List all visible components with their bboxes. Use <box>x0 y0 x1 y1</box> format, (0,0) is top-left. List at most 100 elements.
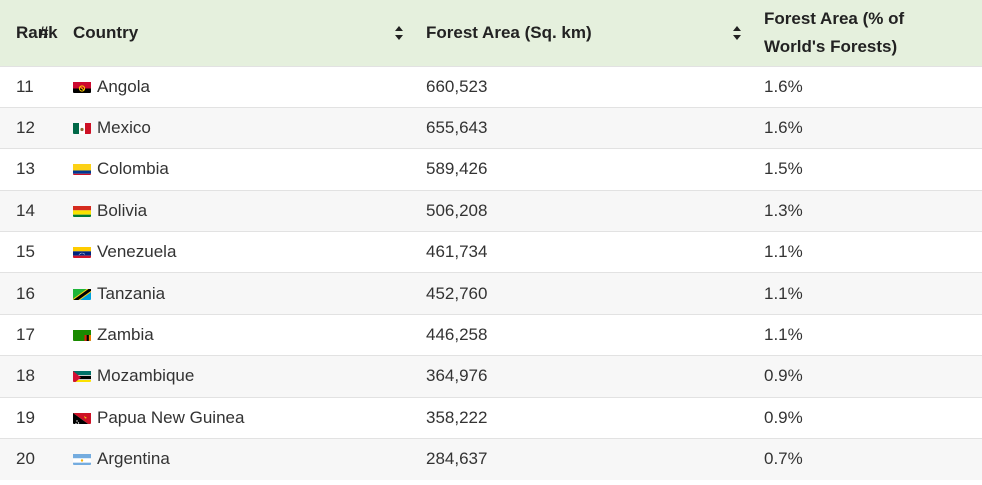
venezuela-flag-icon <box>73 245 91 259</box>
country-name[interactable]: Colombia <box>97 159 169 178</box>
table-header: Rank # Country Forest Area (Sq. km) Fore… <box>0 0 982 66</box>
area-value: 446,258 <box>426 325 488 345</box>
rank-cell: 14 <box>0 190 57 231</box>
country-cell: Argentina <box>57 439 410 480</box>
header-row: Rank # Country Forest Area (Sq. km) Fore… <box>0 0 982 66</box>
country-cell: Papua New Guinea <box>57 397 410 438</box>
area-cell: 655,643 <box>410 107 748 148</box>
rank-cell: 20 <box>0 439 57 480</box>
area-value: 452,760 <box>426 283 488 303</box>
table-row: 16 Tanzania 452,760 1.1% <box>0 272 982 315</box>
percent-header-line1: Forest Area (% of <box>764 8 905 28</box>
country-cell: Venezuela <box>57 232 410 273</box>
percent-cell: 1.6% <box>748 66 982 107</box>
rank-hash-symbol: # <box>39 22 49 42</box>
rank-value: 17 <box>16 325 35 345</box>
country-cell: Zambia <box>57 314 410 355</box>
area-cell: 660,523 <box>410 66 748 107</box>
area-value: 358,222 <box>426 407 488 427</box>
country-name[interactable]: Mozambique <box>97 366 194 385</box>
country-column-header[interactable]: Country <box>57 0 410 66</box>
percent-header-line2: World's Forests) <box>764 36 898 56</box>
rank-cell: 11 <box>0 66 57 107</box>
table-row: 14 Bolivia 506,208 1.3% <box>0 190 982 232</box>
percent-value: 1.6% <box>764 76 803 96</box>
percent-value: 1.1% <box>764 242 803 262</box>
table-row: 15 Venezuela 461,734 1.1% <box>0 231 982 273</box>
rank-value: 14 <box>16 200 35 220</box>
country-name[interactable]: Argentina <box>97 449 170 468</box>
rank-value: 20 <box>16 449 35 469</box>
percent-column-header[interactable]: Forest Area (% of World's Forests) <box>748 0 982 66</box>
forest-area-table-container: Rank # Country Forest Area (Sq. km) Fore… <box>0 0 982 485</box>
area-value: 660,523 <box>426 76 488 96</box>
country-cell: Tanzania <box>57 273 410 314</box>
area-cell: 506,208 <box>410 190 748 231</box>
percent-cell: 1.5% <box>748 149 982 190</box>
percent-cell: 1.6% <box>748 107 982 148</box>
country-name[interactable]: Tanzania <box>97 284 165 303</box>
area-value: 589,426 <box>426 159 488 179</box>
country-name[interactable]: Venezuela <box>97 242 176 261</box>
area-value: 461,734 <box>426 242 488 262</box>
percent-value: 1.5% <box>764 159 803 179</box>
rank-value: 15 <box>16 242 35 262</box>
country-cell: Angola <box>57 66 410 107</box>
percent-value: 1.6% <box>764 118 803 138</box>
rank-cell: 12 <box>0 107 57 148</box>
country-cell: Bolivia <box>57 190 410 231</box>
rank-column-header[interactable]: Rank # <box>0 0 58 66</box>
tanzania-flag-icon <box>73 286 91 300</box>
percent-cell: 1.3% <box>748 190 982 231</box>
area-value: 364,976 <box>426 366 488 386</box>
rank-header-text: Rank <box>16 22 58 42</box>
table-row: 12 Mexico 655,643 1.6% <box>0 107 982 149</box>
rank-cell: 16 <box>0 273 57 314</box>
table-row: 20 Argentina 284,637 0.7% <box>0 438 982 480</box>
table-row: 17 Zambia 446,258 1.1% <box>0 314 982 355</box>
rank-header-label: Rank # <box>16 19 58 47</box>
percent-value: 0.9% <box>764 366 803 386</box>
area-header-label: Forest Area (Sq. km) <box>426 22 592 42</box>
area-cell: 358,222 <box>410 397 748 438</box>
rank-cell: 13 <box>0 149 57 190</box>
rank-value: 18 <box>16 366 35 386</box>
table-row: 18 Mozambique 364,976 0.9% <box>0 355 982 398</box>
zambia-flag-icon <box>73 328 91 342</box>
sort-icon[interactable] <box>394 25 404 41</box>
rank-value: 11 <box>16 76 34 96</box>
area-cell: 284,637 <box>410 439 748 480</box>
area-cell: 589,426 <box>410 149 748 190</box>
percent-cell: 0.7% <box>748 439 982 480</box>
country-name[interactable]: Angola <box>97 77 150 96</box>
area-cell: 461,734 <box>410 232 748 273</box>
percent-value: 1.1% <box>764 325 803 345</box>
country-name[interactable]: Zambia <box>97 325 154 344</box>
rank-cell: 18 <box>0 356 57 397</box>
argentina-flag-icon <box>73 452 91 466</box>
rank-cell: 17 <box>0 314 57 355</box>
country-name[interactable]: Mexico <box>97 118 151 137</box>
mozambique-flag-icon <box>73 369 91 383</box>
rank-value: 19 <box>16 407 35 427</box>
area-cell: 452,760 <box>410 273 748 314</box>
percent-cell: 1.1% <box>748 273 982 314</box>
percent-cell: 1.1% <box>748 314 982 355</box>
mexico-flag-icon <box>73 121 91 135</box>
country-cell: Mexico <box>57 107 410 148</box>
colombia-flag-icon <box>73 162 91 176</box>
country-name[interactable]: Papua New Guinea <box>97 408 244 427</box>
sort-icon[interactable] <box>732 25 742 41</box>
rank-cell: 15 <box>0 232 57 273</box>
table-row: 11 Angola 660,523 1.6% <box>0 66 982 107</box>
percent-value: 0.9% <box>764 407 803 427</box>
area-value: 284,637 <box>426 449 488 469</box>
rank-value: 13 <box>16 159 35 179</box>
area-cell: 446,258 <box>410 314 748 355</box>
angola-flag-icon <box>73 80 91 93</box>
country-name[interactable]: Bolivia <box>97 201 147 220</box>
country-cell: Colombia <box>57 149 410 190</box>
percent-cell: 1.1% <box>748 232 982 273</box>
area-column-header[interactable]: Forest Area (Sq. km) <box>410 0 748 66</box>
country-header-label: Country <box>73 22 139 42</box>
